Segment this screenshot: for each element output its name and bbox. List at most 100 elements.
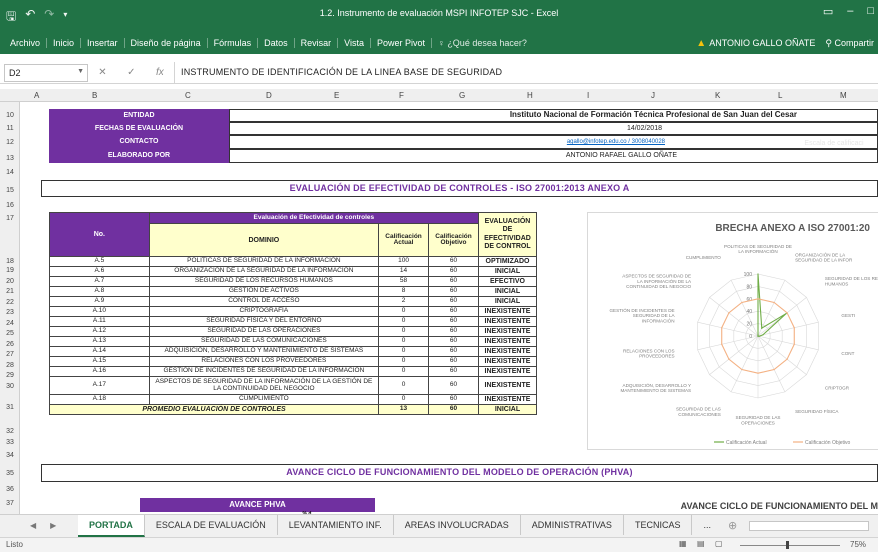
row-dominio[interactable]: POLITICAS DE SEGURIDAD DE LA INFORMACIÓN xyxy=(148,256,380,267)
row-objetivo[interactable]: 60 xyxy=(428,316,479,327)
row-dominio[interactable]: CRIPTOGRAFÍA xyxy=(148,306,380,317)
row-no[interactable]: A.12 xyxy=(49,326,150,337)
chevron-down-icon[interactable]: ▼ xyxy=(77,68,84,75)
zoom-thumb[interactable] xyxy=(786,541,789,549)
row-actual[interactable]: 8 xyxy=(378,286,430,297)
row-header[interactable]: 21 xyxy=(0,288,20,295)
row-objetivo[interactable]: 60 xyxy=(428,336,479,347)
ribbon-display-icon[interactable]: ▭ xyxy=(823,5,833,18)
column-header-a[interactable]: A xyxy=(34,91,39,100)
row-no[interactable]: A.9 xyxy=(49,296,150,307)
row-header[interactable]: 29 xyxy=(0,372,20,379)
column-header-i[interactable]: I xyxy=(587,91,589,100)
row-no[interactable]: A.5 xyxy=(49,256,150,267)
tab-revisar[interactable]: Revisar xyxy=(295,38,339,48)
row-objetivo[interactable]: 60 xyxy=(428,366,479,377)
prev-sheet-icon[interactable]: ◀ xyxy=(30,521,36,530)
row-eval[interactable]: INEXISTENTE xyxy=(477,326,538,337)
row-header[interactable]: 22 xyxy=(0,299,20,306)
row-header[interactable]: 19 xyxy=(0,267,20,274)
sheet-tab-administrativas[interactable]: ADMINISTRATIVAS xyxy=(521,515,624,535)
row-eval[interactable]: INEXISTENTE xyxy=(477,316,538,327)
entidad-value[interactable]: Instituto Nacional de Formación Técnica … xyxy=(229,109,878,122)
row-header[interactable]: 30 xyxy=(0,383,20,390)
page-layout-icon[interactable]: ▤ xyxy=(697,539,705,548)
sheet-tab-levantamiento[interactable]: LEVANTAMIENTO INF. xyxy=(278,515,394,535)
row-dominio[interactable]: SEGURIDAD DE LAS COMUNICACIONES xyxy=(148,336,380,347)
average-actual[interactable]: 13 xyxy=(378,404,430,415)
column-header-e[interactable]: E xyxy=(334,91,339,100)
row-actual[interactable]: 2 xyxy=(378,296,430,307)
column-header-j[interactable]: J xyxy=(651,91,655,100)
row-header[interactable]: 36 xyxy=(0,486,20,493)
function-icon[interactable]: fx xyxy=(156,67,164,78)
tab-diseno-pagina[interactable]: Diseño de página xyxy=(125,38,208,48)
row-header[interactable]: 32 xyxy=(0,428,20,435)
row-no[interactable]: A.15 xyxy=(49,356,150,367)
contacto-value[interactable]: agallo@infotep.edu.co / 3008040028 xyxy=(229,135,878,149)
header-dominio[interactable]: DOMINIO xyxy=(148,223,380,257)
header-calif-actual[interactable]: Calificación Actual xyxy=(378,223,430,257)
row-objetivo[interactable]: 60 xyxy=(428,266,479,277)
row-objetivo[interactable]: 60 xyxy=(428,376,479,395)
row-header[interactable]: 24 xyxy=(0,320,20,327)
row-actual[interactable]: 0 xyxy=(378,346,430,357)
row-objetivo[interactable]: 60 xyxy=(428,286,479,297)
add-sheet-icon[interactable]: ⊕ xyxy=(722,515,743,536)
row-dominio[interactable]: ASPECTOS DE SEGURIDAD DE LA INFORMACIÓN … xyxy=(148,376,380,395)
row-objetivo[interactable]: 60 xyxy=(428,394,479,405)
page-break-icon[interactable]: ▢ xyxy=(715,539,723,548)
maximize-icon[interactable]: □ xyxy=(867,5,874,18)
fecha-value[interactable]: 14/02/2018 xyxy=(229,122,878,135)
row-eval[interactable]: INEXISTENTE xyxy=(477,336,538,347)
row-objetivo[interactable]: 60 xyxy=(428,306,479,317)
radar-chart[interactable]: BRECHA ANEXO A ISO 27001:20 0 20 40 60 80 100 P… xyxy=(587,212,878,450)
row-objetivo[interactable]: 60 xyxy=(428,296,479,307)
row-actual[interactable]: 0 xyxy=(378,376,430,395)
tab-formulas[interactable]: Fórmulas xyxy=(208,38,259,48)
tab-insertar[interactable]: Insertar xyxy=(81,38,125,48)
column-header-h[interactable]: H xyxy=(527,91,533,100)
row-eval[interactable]: INEXISTENTE xyxy=(477,346,538,357)
row-objetivo[interactable]: 60 xyxy=(428,276,479,287)
sheet-tab-more[interactable]: ... xyxy=(692,515,722,535)
row-eval[interactable]: OPTIMIZADO xyxy=(477,256,538,267)
row-header[interactable]: 31 xyxy=(0,404,20,411)
average-eval[interactable]: INICIAL xyxy=(477,404,538,415)
sheet-tab-areas[interactable]: AREAS INVOLUCRADAS xyxy=(394,515,521,535)
row-header[interactable]: 37 xyxy=(0,500,20,507)
enter-icon[interactable]: ✓ xyxy=(127,67,135,78)
elaborado-label[interactable]: ELABORADO POR xyxy=(49,149,229,163)
header-evaluacion[interactable]: EVALUACIÓN DE EFECTIVIDAD DE CONTROL xyxy=(477,212,538,257)
tell-me-box[interactable]: ♀ ¿Qué desea hacer? xyxy=(438,38,527,48)
row-actual[interactable]: 0 xyxy=(378,326,430,337)
column-header-d[interactable]: D xyxy=(266,91,272,100)
row-dominio[interactable]: ORGANIZACIÓN DE LA SEGURIDAD DE LA INFOR… xyxy=(148,266,380,277)
section-title-evaluacion[interactable]: EVALUACIÓN DE EFECTIVIDAD DE CONTROLES -… xyxy=(41,180,878,197)
row-header[interactable]: 14 xyxy=(0,169,20,176)
row-eval[interactable]: INEXISTENTE xyxy=(477,306,538,317)
column-header-g[interactable]: G xyxy=(459,91,465,100)
row-objetivo[interactable]: 60 xyxy=(428,326,479,337)
row-eval[interactable]: INEXISTENTE xyxy=(477,394,538,405)
row-header[interactable]: 33 xyxy=(0,439,20,446)
row-eval[interactable]: INEXISTENTE xyxy=(477,376,538,395)
column-header-f[interactable]: F xyxy=(399,91,404,100)
row-eval[interactable]: INICIAL xyxy=(477,286,538,297)
column-header-m[interactable]: M xyxy=(840,91,847,100)
average-label[interactable]: PROMEDIO EVALUACIÓN DE CONTROLES xyxy=(48,404,380,415)
row-header[interactable]: 34 xyxy=(0,452,20,459)
normal-view-icon[interactable]: ▦ xyxy=(679,539,687,548)
row-dominio[interactable]: GESTIÓN DE ACTIVOS xyxy=(148,286,380,297)
fecha-label[interactable]: FECHAS DE EVALUACIÓN xyxy=(49,122,229,135)
row-eval[interactable]: INICIAL xyxy=(477,266,538,277)
row-actual[interactable]: 0 xyxy=(378,316,430,327)
row-header[interactable]: 13 xyxy=(0,155,20,162)
row-no[interactable]: A.10 xyxy=(49,306,150,317)
row-no[interactable]: A.8 xyxy=(49,286,150,297)
row-no[interactable]: A.18 xyxy=(49,394,150,405)
row-no[interactable]: A.7 xyxy=(49,276,150,287)
row-no[interactable]: A.14 xyxy=(49,346,150,357)
row-dominio[interactable]: GESTIÓN DE INCIDENTES DE SEGURIDAD DE LA… xyxy=(148,366,380,377)
share-button[interactable]: ⚲ Compartir xyxy=(825,38,874,49)
